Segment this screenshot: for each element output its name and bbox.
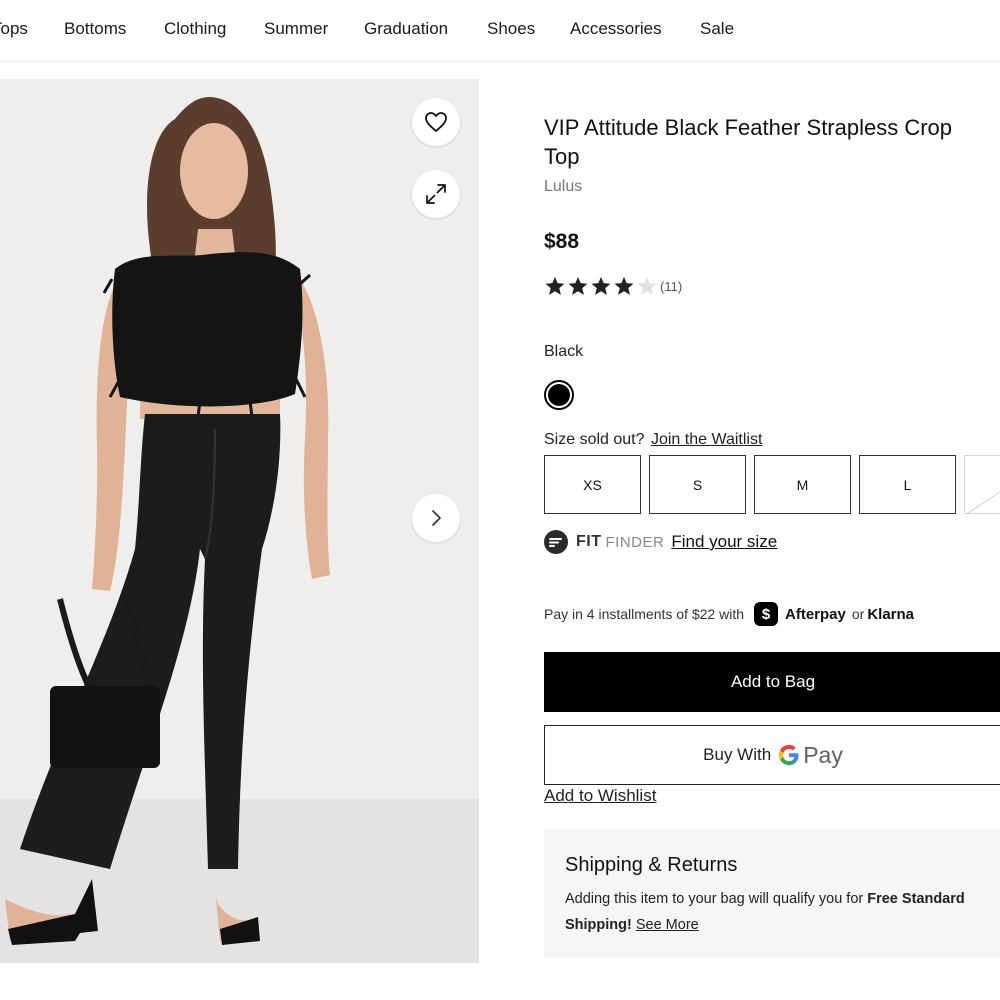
fit-finder-logo-icon bbox=[544, 530, 568, 554]
star-icon-5-empty bbox=[637, 276, 657, 295]
google-g-icon bbox=[779, 744, 799, 766]
buy-with-label: Buy With bbox=[703, 745, 772, 764]
size-option-s[interactable]: S bbox=[649, 455, 746, 514]
nav-item-sale[interactable]: Sale bbox=[700, 19, 734, 39]
shipping-returns-panel: Shipping & Returns Adding this item to y… bbox=[544, 830, 1000, 958]
fit-finder-fit-label: FIT bbox=[576, 533, 602, 550]
gpay-logo: Pay bbox=[778, 742, 843, 769]
product-price: $88 bbox=[544, 230, 580, 253]
soldout-strike-icon bbox=[967, 491, 1000, 513]
nav-item-graduation[interactable]: Graduation bbox=[364, 19, 448, 39]
nav-item-clothing[interactable]: Clothing bbox=[164, 19, 226, 39]
nav-item-shoes[interactable]: Shoes bbox=[487, 19, 535, 39]
klarna-label[interactable]: Klarna bbox=[867, 606, 914, 623]
product-title: VIP Attitude Black Feather Strapless Cro… bbox=[544, 115, 953, 169]
model-photo bbox=[0, 79, 479, 963]
size-soldout-prompt: Size sold out? Join the Waitlist bbox=[544, 431, 762, 449]
size-option-l[interactable]: L bbox=[859, 455, 956, 514]
gpay-pay-word: Pay bbox=[803, 741, 843, 768]
shipping-body-text: Adding this item to your bag will qualif… bbox=[565, 891, 868, 907]
nav-item-accessories[interactable]: Accessories bbox=[570, 19, 662, 39]
nav-item-bottoms[interactable]: Bottoms bbox=[64, 19, 126, 39]
star-icon-3 bbox=[591, 276, 611, 295]
brand-name[interactable]: Lulus bbox=[544, 178, 582, 196]
shipping-returns-body: Adding this item to your bag will qualif… bbox=[565, 886, 997, 938]
next-image-button[interactable] bbox=[412, 494, 460, 542]
installments-or: or bbox=[851, 606, 865, 622]
add-to-bag-button[interactable]: Add to Bag bbox=[544, 652, 1000, 712]
product-image[interactable] bbox=[0, 79, 479, 963]
join-waitlist-link[interactable]: Join the Waitlist bbox=[651, 431, 762, 448]
expand-icon bbox=[426, 184, 446, 204]
top-navigation: Tops Bottoms Clothing Summer Graduation … bbox=[0, 0, 1000, 62]
star-icon-4 bbox=[614, 276, 634, 295]
add-to-wishlist-link[interactable]: Add to Wishlist bbox=[544, 786, 656, 806]
size-option-soldout[interactable] bbox=[964, 455, 1000, 514]
fit-finder-finder-label: FINDER bbox=[605, 533, 665, 551]
find-your-size-link[interactable]: Find your size bbox=[671, 532, 777, 552]
afterpay-badge-icon[interactable]: $ bbox=[754, 602, 778, 626]
installments-text: Pay in 4 installments of $22 with bbox=[544, 606, 744, 622]
color-swatch-black[interactable] bbox=[544, 380, 574, 410]
wishlist-heart-button[interactable] bbox=[412, 98, 460, 146]
see-more-link[interactable]: See More bbox=[636, 917, 699, 933]
size-soldout-text: Size sold out? bbox=[544, 431, 645, 448]
nav-item-summer[interactable]: Summer bbox=[264, 19, 328, 39]
star-icon-2 bbox=[568, 276, 588, 295]
fit-finder: FIT FINDER Find your size bbox=[544, 530, 777, 554]
shipping-returns-title[interactable]: Shipping & Returns bbox=[565, 854, 737, 877]
star-rating[interactable]: (11) bbox=[544, 276, 682, 296]
nav-item-tops[interactable]: Tops bbox=[0, 19, 28, 39]
buy-with-gpay-button[interactable]: Buy With Pay bbox=[544, 725, 1000, 785]
size-option-xs[interactable]: XS bbox=[544, 455, 641, 514]
color-swatch-fill bbox=[548, 384, 570, 406]
star-icon-1 bbox=[545, 276, 565, 295]
expand-image-button[interactable] bbox=[412, 170, 460, 218]
chevron-right-icon bbox=[432, 510, 441, 526]
review-count[interactable]: (11) bbox=[660, 279, 682, 294]
installments-info: Pay in 4 installments of $22 with $ Afte… bbox=[544, 602, 914, 626]
heart-icon bbox=[425, 112, 447, 132]
size-option-m[interactable]: M bbox=[754, 455, 851, 514]
afterpay-label[interactable]: Afterpay bbox=[785, 606, 846, 623]
selected-color-name: Black bbox=[544, 343, 584, 360]
